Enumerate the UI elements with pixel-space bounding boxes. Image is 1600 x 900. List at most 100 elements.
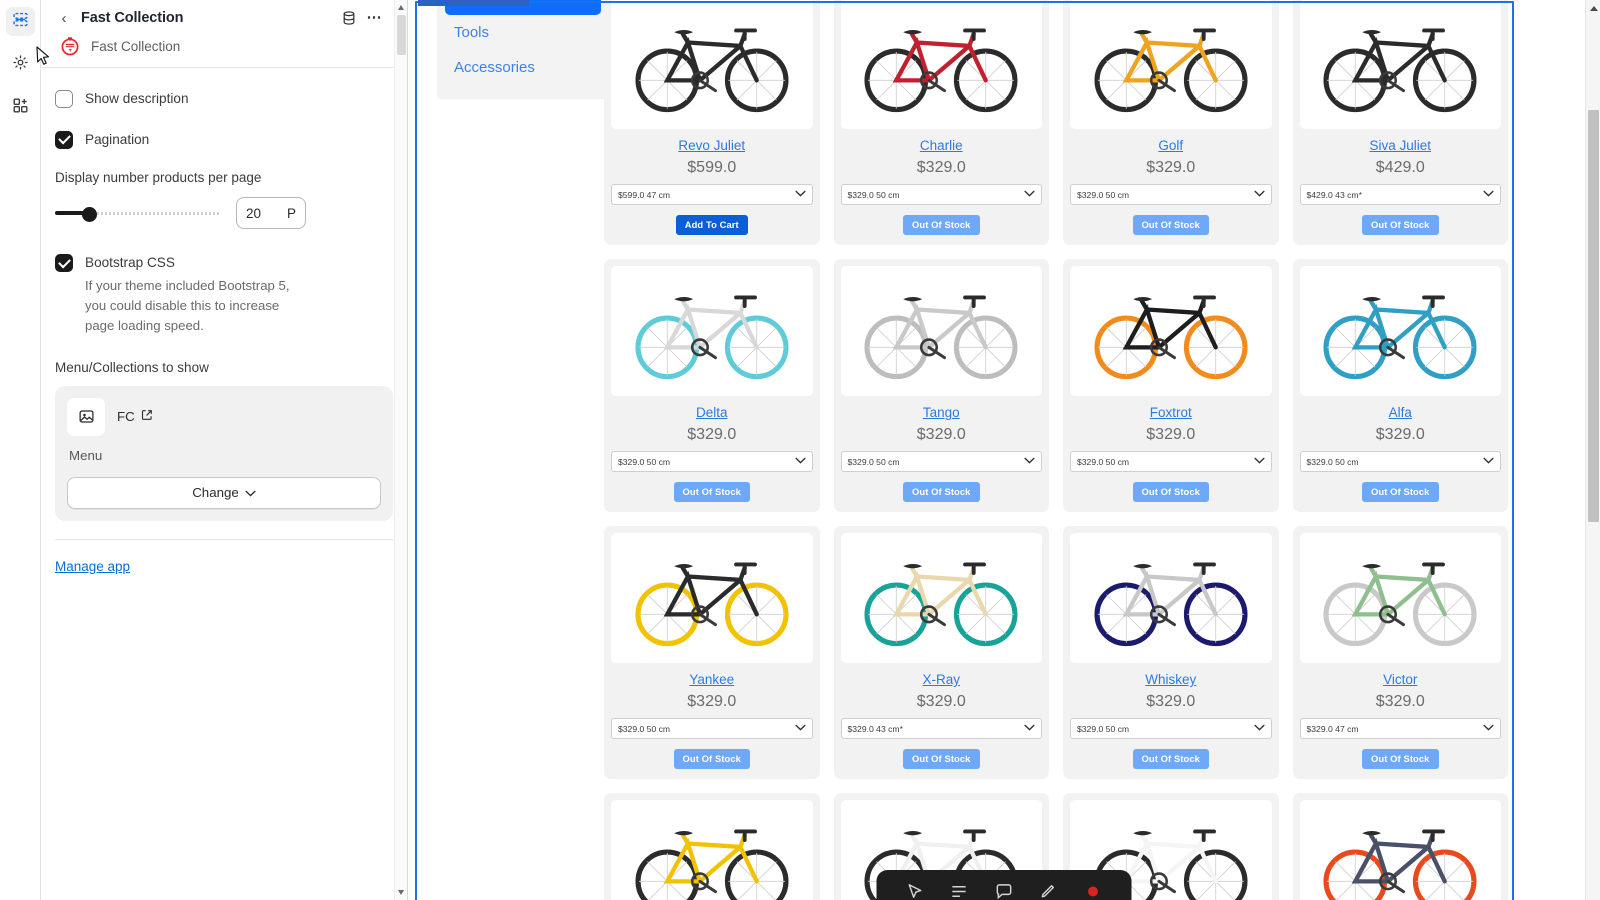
sidebar-scrollbar[interactable] xyxy=(394,0,407,900)
field-pagination: Pagination xyxy=(55,130,393,150)
product-variant-select[interactable]: $599.0 47 cm xyxy=(611,184,813,205)
product-variant-select[interactable]: $329.0 50 cm xyxy=(611,451,813,472)
preview-scrollbar-thumb[interactable] xyxy=(1588,110,1599,522)
slider-knob[interactable] xyxy=(82,207,97,223)
product-image[interactable] xyxy=(1070,0,1272,129)
product-variant-select[interactable]: $329.0 50 cm xyxy=(840,184,1042,205)
product-card[interactable]: X-Ray $329.0 $329.0 43 cm* Out Of Stock xyxy=(833,526,1049,779)
product-card[interactable]: Tango $329.0 $329.0 50 cm Out Of Stock xyxy=(833,259,1049,512)
draw-tool-icon[interactable] xyxy=(1039,882,1058,900)
product-card[interactable]: Foxtrot $329.0 $329.0 50 cm Out Of Stock xyxy=(1063,259,1279,512)
change-button-label: Change xyxy=(192,485,239,500)
manage-app-link[interactable]: Manage app xyxy=(55,559,130,574)
sidebar-scrollbar-thumb[interactable] xyxy=(397,15,406,55)
product-title-link[interactable]: Tango xyxy=(923,405,960,420)
product-price: $329.0 xyxy=(687,693,737,710)
chevron-down-icon xyxy=(1483,723,1494,734)
select-tool-icon[interactable] xyxy=(905,882,924,900)
product-variant-select[interactable]: $329.0 43 cm* xyxy=(840,718,1042,739)
product-variant-select[interactable]: $329.0 47 cm xyxy=(1299,718,1501,739)
product-image[interactable] xyxy=(840,533,1042,663)
add-to-cart-button[interactable]: Add To Cart xyxy=(675,215,748,235)
product-price: $329.0 xyxy=(687,426,737,443)
product-card[interactable]: Yankee $329.0 $329.0 50 cm Out Of Stock xyxy=(604,526,820,779)
product-title-link[interactable]: Siva Juliet xyxy=(1369,138,1431,153)
product-card[interactable]: Revo Juliet $599.0 $599.0 47 cm Add To Cart xyxy=(604,0,820,245)
sidebar-divider xyxy=(55,538,393,540)
product-variant-select[interactable]: $329.0 50 cm xyxy=(840,451,1042,472)
database-icon[interactable] xyxy=(341,10,357,26)
product-variant-select[interactable]: $329.0 50 cm xyxy=(1299,451,1501,472)
product-variant-select[interactable]: $329.0 50 cm xyxy=(611,718,813,739)
product-variant-value: $329.0 50 cm xyxy=(618,456,671,467)
product-card[interactable]: Delta $329.0 $329.0 50 cm Out Of Stock xyxy=(604,259,820,512)
product-variant-select[interactable]: $329.0 50 cm xyxy=(1070,718,1272,739)
product-price: $329.0 xyxy=(1146,159,1196,176)
product-image[interactable] xyxy=(611,800,813,900)
nav-item-accessories[interactable]: Accessories xyxy=(437,50,609,85)
product-title-link[interactable]: Delta xyxy=(696,405,728,420)
product-card[interactable]: Whiskey $329.0 $329.0 50 cm Out Of Stock xyxy=(1063,526,1279,779)
scroll-up-arrow-icon[interactable] xyxy=(398,5,404,10)
product-image[interactable] xyxy=(1299,533,1501,663)
preview-scrollbar[interactable] xyxy=(1585,0,1600,900)
product-card[interactable]: Golf $329.0 $329.0 50 cm Out Of Stock xyxy=(1063,0,1279,245)
product-image[interactable] xyxy=(1070,533,1272,663)
product-image[interactable] xyxy=(611,266,813,396)
fast-collection-logo xyxy=(59,35,81,57)
product-title-link[interactable]: Charlie xyxy=(920,138,963,153)
product-card[interactable] xyxy=(1292,793,1508,900)
pagination-label: Pagination xyxy=(85,131,150,147)
product-variant-select[interactable]: $329.0 50 cm xyxy=(1070,451,1272,472)
product-title-link[interactable]: Yankee xyxy=(689,672,734,687)
back-button[interactable]: ‹ xyxy=(55,9,73,27)
rail-item-add-blocks[interactable] xyxy=(6,93,35,122)
text-tool-icon[interactable] xyxy=(950,882,969,900)
section-marker-icon xyxy=(424,0,434,2)
out-of-stock-button: Out Of Stock xyxy=(1132,215,1209,235)
product-title-link[interactable]: Victor xyxy=(1383,672,1417,687)
external-link-icon[interactable] xyxy=(141,409,153,424)
product-image[interactable] xyxy=(1070,266,1272,396)
scroll-down-arrow-icon[interactable] xyxy=(398,890,404,895)
chevron-down-icon xyxy=(1024,189,1035,200)
product-image[interactable] xyxy=(611,533,813,663)
scroll-up-arrow-icon[interactable] xyxy=(1590,6,1598,11)
product-title-link[interactable]: X-Ray xyxy=(922,672,960,687)
bootstrap-css-checkbox[interactable] xyxy=(55,254,73,273)
field-products-per-page: Display number products per page 20 P xyxy=(55,170,393,230)
product-title-link[interactable]: Revo Juliet xyxy=(678,138,745,153)
product-image[interactable] xyxy=(611,0,813,129)
product-card[interactable]: Alfa $329.0 $329.0 50 cm Out Of Stock xyxy=(1292,259,1508,512)
product-image[interactable] xyxy=(840,0,1042,129)
product-image[interactable] xyxy=(1299,266,1501,396)
nav-item-bike[interactable]: Bike xyxy=(445,0,601,15)
rail-item-settings[interactable] xyxy=(6,50,35,79)
product-title-link[interactable]: Golf xyxy=(1158,138,1183,153)
product-card[interactable] xyxy=(604,793,820,900)
product-title-link[interactable]: Whiskey xyxy=(1145,672,1196,687)
comment-tool-icon[interactable] xyxy=(994,882,1013,900)
record-tool-icon[interactable] xyxy=(1084,882,1103,900)
product-variant-select[interactable]: $329.0 50 cm xyxy=(1070,184,1272,205)
show-description-checkbox[interactable] xyxy=(55,90,73,108)
pagination-checkbox[interactable] xyxy=(55,130,73,149)
rail-item-sections[interactable] xyxy=(5,7,35,36)
product-variant-select[interactable]: $429.0 43 cm* xyxy=(1299,184,1501,205)
change-button[interactable]: Change xyxy=(67,476,381,509)
product-price: $329.0 xyxy=(916,159,966,176)
products-per-page-input[interactable]: 20 P xyxy=(236,197,306,230)
product-card[interactable]: Siva Juliet $429.0 $429.0 43 cm* Out Of Sto… xyxy=(1292,0,1508,245)
nav-item-tools[interactable]: Tools xyxy=(437,15,609,50)
product-image[interactable] xyxy=(1299,0,1501,129)
more-menu-icon[interactable]: ⋯ xyxy=(367,10,384,25)
products-per-page-slider[interactable] xyxy=(55,204,220,223)
mouse-cursor xyxy=(36,46,52,73)
product-title-link[interactable]: Alfa xyxy=(1389,405,1412,420)
product-image[interactable] xyxy=(840,266,1042,396)
chevron-down-icon xyxy=(1253,189,1265,200)
product-card[interactable]: Victor $329.0 $329.0 47 cm Out Of Stock xyxy=(1292,526,1508,779)
product-title-link[interactable]: Foxtrot xyxy=(1150,405,1192,420)
product-image[interactable] xyxy=(1299,800,1501,900)
product-card[interactable]: Charlie $329.0 $329.0 50 cm Out Of Stock xyxy=(833,0,1049,245)
